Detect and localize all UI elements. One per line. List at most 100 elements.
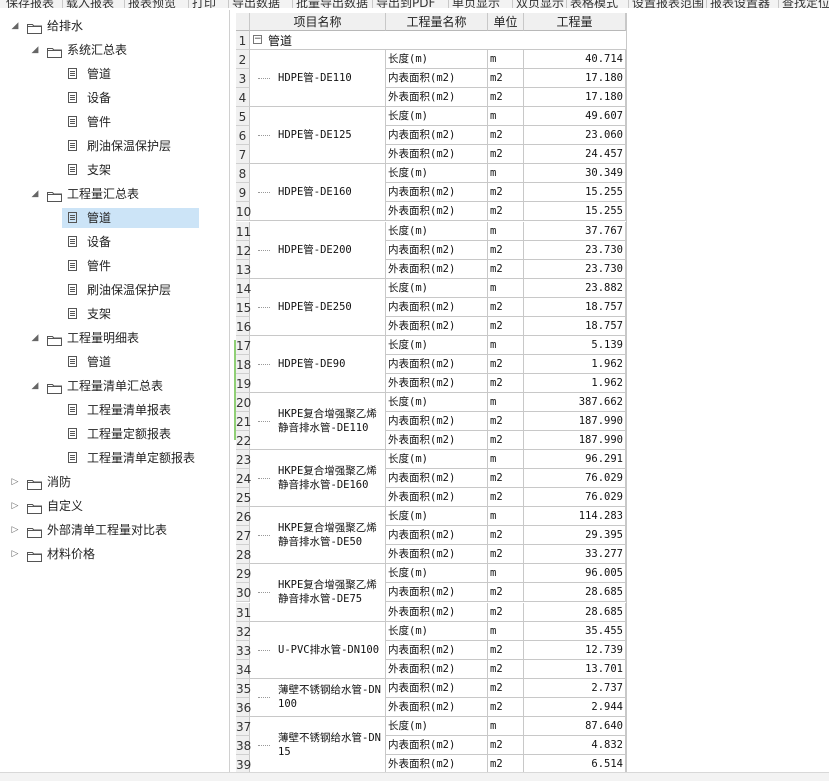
row-number[interactable]: 7 [236,145,250,165]
unit-cell[interactable]: m2 [488,412,524,432]
toolbar-button[interactable]: 打印 [192,0,216,8]
row-number[interactable]: 11 [236,221,251,241]
measure-cell[interactable]: 长度(m) [386,507,488,527]
chevron-right-icon[interactable]: ▷ [10,496,20,516]
quantity-cell[interactable]: 87.640 [524,716,626,736]
unit-cell[interactable]: m2 [488,697,524,717]
tree-item[interactable]: 管道 [0,208,229,228]
unit-cell[interactable]: m2 [488,297,524,317]
quantity-cell[interactable]: 76.029 [524,469,626,489]
chevron-right-icon[interactable]: ▷ [10,472,20,492]
group-row[interactable]: − 管道 [250,31,626,51]
unit-cell[interactable]: m [488,716,524,736]
unit-cell[interactable]: m2 [488,354,524,374]
row-number[interactable]: 2 [236,50,250,70]
unit-cell[interactable]: m2 [488,526,524,546]
unit-cell[interactable]: m [488,507,524,527]
measure-cell[interactable]: 内表面积(m2) [386,735,488,755]
measure-cell[interactable]: 长度(m) [386,716,488,736]
measure-cell[interactable]: 外表面积(m2) [386,754,488,773]
measure-cell[interactable]: 内表面积(m2) [386,678,488,698]
measure-cell[interactable]: 长度(m) [386,450,488,470]
unit-cell[interactable]: m [488,392,524,412]
quantity-cell[interactable]: 29.395 [524,526,626,546]
row-number[interactable]: 26 [236,507,251,527]
chevron-down-icon[interactable]: ◢ [10,16,20,36]
row-number[interactable]: 9 [236,183,250,203]
quantity-cell[interactable]: 49.607 [524,107,626,127]
quantity-cell[interactable]: 28.685 [524,602,626,622]
row-number[interactable]: 36 [236,697,251,717]
quantity-cell[interactable]: 12.739 [524,640,626,660]
unit-cell[interactable]: m2 [488,183,524,203]
tree-item[interactable]: 刷油保温保护层 [0,280,229,300]
measure-cell[interactable]: 长度(m) [386,221,488,241]
measure-cell[interactable]: 外表面积(m2) [386,145,488,165]
measure-cell[interactable]: 内表面积(m2) [386,583,488,603]
tree-item[interactable]: ▷ 消防 [0,472,229,492]
measure-cell[interactable]: 内表面积(m2) [386,126,488,146]
tree-item[interactable]: 刷油保温保护层 [0,136,229,156]
measure-cell[interactable]: 外表面积(m2) [386,545,488,565]
row-number[interactable]: 37 [236,716,251,736]
item-name-cell[interactable]: U-PVC排水管-DN100 [250,621,386,679]
row-number[interactable]: 28 [236,545,251,565]
item-name-cell[interactable]: HDPE管-DE250 [250,278,386,336]
unit-cell[interactable]: m2 [488,545,524,565]
measure-cell[interactable]: 长度(m) [386,621,488,641]
tree-item[interactable]: ◢ 工程量汇总表 [0,184,229,204]
tree-item[interactable]: ◢ 给排水 [0,16,229,36]
row-number[interactable]: 17 [236,335,251,355]
item-name-cell[interactable]: 薄壁不锈钢给水管-DN100 [250,678,386,717]
item-name-cell[interactable]: HKPE复合增强聚乙烯静音排水管-DE75 [250,564,386,622]
measure-cell[interactable]: 外表面积(m2) [386,431,488,451]
item-name-cell[interactable]: HKPE复合增强聚乙烯静音排水管-DE50 [250,507,386,565]
unit-cell[interactable]: m [488,50,524,70]
quantity-cell[interactable]: 4.832 [524,735,626,755]
row-number[interactable]: 34 [236,659,251,679]
unit-cell[interactable]: m2 [488,583,524,603]
row-number[interactable]: 32 [236,621,251,641]
measure-cell[interactable]: 长度(m) [386,164,488,184]
measure-cell[interactable]: 外表面积(m2) [386,373,488,393]
unit-cell[interactable]: m2 [488,488,524,508]
row-number[interactable]: 19 [236,373,251,393]
quantity-cell[interactable]: 6.514 [524,754,626,773]
quantity-cell[interactable]: 28.685 [524,583,626,603]
row-number[interactable]: 18 [236,354,251,374]
tree-item[interactable]: ◢ 工程量明细表 [0,328,229,348]
chevron-down-icon[interactable]: ◢ [30,376,40,396]
quantity-cell[interactable]: 18.757 [524,297,626,317]
toolbar-button[interactable]: 双页显示 [516,0,564,8]
tree-item[interactable]: 设备 [0,88,229,108]
tree-item[interactable]: ▷ 自定义 [0,496,229,516]
tree-item[interactable]: 工程量定额报表 [0,424,229,444]
quantity-cell[interactable]: 96.291 [524,450,626,470]
unit-cell[interactable]: m2 [488,259,524,279]
measure-cell[interactable]: 长度(m) [386,107,488,127]
row-number[interactable]: 25 [236,488,251,508]
row-number[interactable]: 33 [236,640,251,660]
measure-cell[interactable]: 长度(m) [386,564,488,584]
tree-item[interactable]: 工程量清单定额报表 [0,448,229,468]
unit-cell[interactable]: m2 [488,754,524,773]
tree-item[interactable]: ▷ 外部清单工程量对比表 [0,520,229,540]
row-number[interactable]: 35 [236,678,251,698]
item-name-cell[interactable]: HKPE复合增强聚乙烯静音排水管-DE110 [250,392,386,451]
measure-cell[interactable]: 内表面积(m2) [386,183,488,203]
toolbar-button[interactable]: 表格模式 [570,0,618,8]
unit-cell[interactable]: m2 [488,88,524,108]
measure-cell[interactable]: 外表面积(m2) [386,202,488,222]
unit-cell[interactable]: m [488,278,524,298]
chevron-down-icon[interactable]: ◢ [30,328,40,348]
row-number[interactable]: 4 [236,88,250,108]
toolbar-button[interactable]: 查找定位 [782,0,829,8]
row-number[interactable]: 12 [236,240,251,260]
unit-cell[interactable]: m2 [488,126,524,146]
measure-cell[interactable]: 内表面积(m2) [386,412,488,432]
row-number[interactable]: 21 [236,412,251,432]
chevron-right-icon[interactable]: ▷ [10,520,20,540]
row-number[interactable]: 1 [236,31,250,51]
unit-cell[interactable]: m2 [488,659,524,679]
item-name-cell[interactable]: 薄壁不锈钢给水管-DN15 [250,716,386,773]
